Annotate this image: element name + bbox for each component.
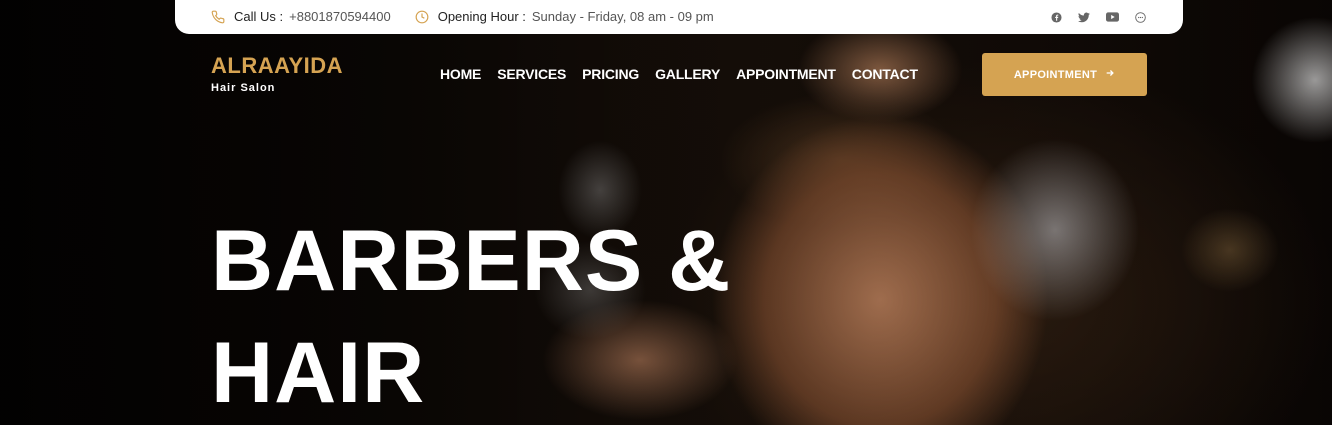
hero-heading-line1: BARBERS & bbox=[211, 213, 732, 309]
top-info-bar: Call Us : +8801870594400 Opening Hour : … bbox=[175, 0, 1183, 34]
nav-contact[interactable]: CONTACT bbox=[852, 66, 918, 82]
main-nav: HOME SERVICES PRICING GALLERY APPOINTMEN… bbox=[440, 66, 918, 82]
youtube-icon[interactable] bbox=[1105, 10, 1119, 24]
call-info: Call Us : +8801870594400 bbox=[211, 9, 391, 24]
facebook-icon[interactable] bbox=[1049, 10, 1063, 24]
messenger-icon[interactable] bbox=[1133, 10, 1147, 24]
nav-gallery[interactable]: GALLERY bbox=[655, 66, 720, 82]
clock-icon bbox=[415, 10, 429, 24]
nav-appointment[interactable]: APPOINTMENT bbox=[736, 66, 836, 82]
hero-heading-line2: HAIR bbox=[211, 325, 426, 421]
hours-label: Opening Hour : bbox=[437, 9, 526, 24]
hero-heading: BARBERS & HAIR bbox=[211, 205, 831, 425]
call-label: Call Us : bbox=[234, 9, 284, 24]
brand-logo[interactable]: ALRAAYIDA Hair Salon bbox=[211, 53, 343, 94]
social-links bbox=[1049, 10, 1147, 24]
appointment-button[interactable]: APPOINTMENT bbox=[982, 53, 1147, 96]
nav-services[interactable]: SERVICES bbox=[497, 66, 566, 82]
brand-subtitle: Hair Salon bbox=[211, 82, 276, 94]
arrow-right-icon bbox=[1105, 68, 1115, 81]
phone-icon bbox=[211, 10, 225, 24]
nav-pricing[interactable]: PRICING bbox=[582, 66, 639, 82]
brand-title: ALRAAYIDA bbox=[211, 53, 344, 78]
nav-home[interactable]: HOME bbox=[440, 66, 481, 82]
opening-hours: Opening Hour : Sunday - Friday, 08 am - … bbox=[415, 9, 714, 24]
call-number[interactable]: +8801870594400 bbox=[289, 9, 391, 24]
appointment-button-label: APPOINTMENT bbox=[1013, 68, 1098, 81]
twitter-icon[interactable] bbox=[1077, 10, 1091, 24]
hours-value: Sunday - Friday, 08 am - 09 pm bbox=[531, 9, 714, 24]
